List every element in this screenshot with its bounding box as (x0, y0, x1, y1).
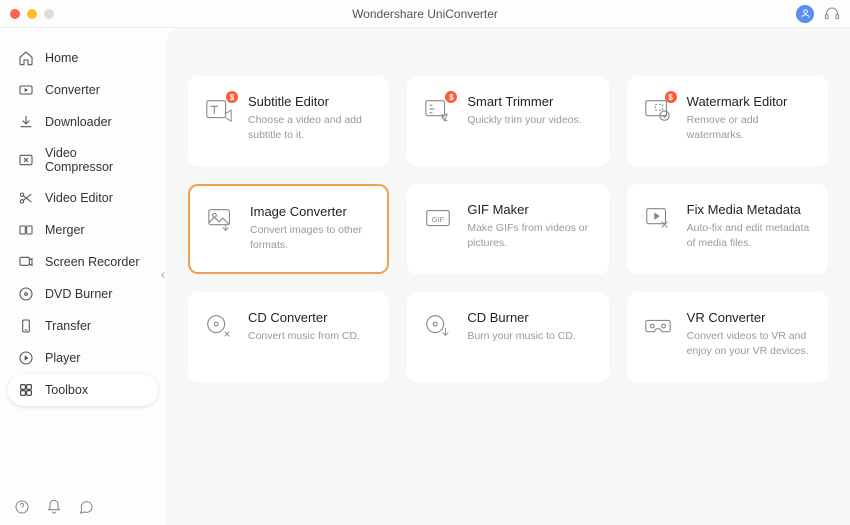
card-title: Image Converter (250, 204, 371, 219)
card-desc: Burn your music to CD. (467, 329, 576, 344)
card-desc: Choose a video and add subtitle to it. (248, 113, 373, 142)
tool-watermark-editor[interactable]: $ Watermark Editor Remove or add waterma… (627, 76, 828, 166)
sidebar-item-label: Home (45, 51, 78, 65)
sidebar-item-label: Video Editor (45, 191, 113, 205)
vr-icon (643, 311, 673, 341)
recorder-icon (18, 254, 34, 270)
play-icon (18, 350, 34, 366)
minimize-dot[interactable] (27, 9, 37, 19)
sidebar-item-downloader[interactable]: Downloader (8, 106, 158, 138)
sidebar-item-recorder[interactable]: Screen Recorder (8, 246, 158, 278)
card-desc: Remove or add watermarks. (687, 113, 812, 142)
card-title: Smart Trimmer (467, 94, 581, 109)
sidebar-item-label: Screen Recorder (45, 255, 140, 269)
sidebar-item-home[interactable]: Home (8, 42, 158, 74)
tool-vr-converter[interactable]: VR Converter Convert videos to VR and en… (627, 292, 828, 382)
home-icon (18, 50, 34, 66)
disc-icon (18, 286, 34, 302)
sidebar-item-label: Video Compressor (45, 146, 148, 174)
sidebar-item-label: Converter (45, 83, 100, 97)
cd-convert-icon (204, 311, 234, 341)
svg-text:GIF: GIF (432, 215, 445, 224)
tool-image-converter[interactable]: Image Converter Convert images to other … (188, 184, 389, 274)
compress-icon (18, 152, 34, 168)
sidebar-item-compressor[interactable]: Video Compressor (8, 138, 158, 182)
sidebar-item-toolbox[interactable]: Toolbox (8, 374, 158, 406)
scissors-icon (18, 190, 34, 206)
card-desc: Auto-fix and edit metadata of media file… (687, 221, 812, 250)
card-desc: Convert images to other formats. (250, 223, 371, 252)
toolbox-icon (18, 382, 34, 398)
card-title: VR Converter (687, 310, 812, 325)
premium-badge: $ (226, 91, 238, 103)
chat-icon[interactable] (78, 499, 94, 515)
card-title: Watermark Editor (687, 94, 812, 109)
premium-badge: $ (445, 91, 457, 103)
sidebar-item-label: Downloader (45, 115, 112, 129)
tool-fix-metadata[interactable]: Fix Media Metadata Auto-fix and edit met… (627, 184, 828, 274)
download-icon (18, 114, 34, 130)
card-title: GIF Maker (467, 202, 592, 217)
close-dot[interactable] (10, 9, 20, 19)
image-icon (206, 205, 236, 235)
card-title: Fix Media Metadata (687, 202, 812, 217)
merge-icon (18, 222, 34, 238)
sidebar-item-label: DVD Burner (45, 287, 112, 301)
card-desc: Convert videos to VR and enjoy on your V… (687, 329, 812, 358)
app-title: Wondershare UniConverter (352, 7, 498, 21)
account-avatar[interactable] (796, 5, 814, 23)
card-title: Subtitle Editor (248, 94, 373, 109)
sidebar-item-merger[interactable]: Merger (8, 214, 158, 246)
tool-subtitle-editor[interactable]: $ Subtitle Editor Choose a video and add… (188, 76, 389, 166)
tool-gif-maker[interactable]: GIF GIF Maker Make GIFs from videos or p… (407, 184, 608, 274)
help-icon[interactable] (14, 499, 30, 515)
support-icon[interactable] (824, 6, 840, 22)
transfer-icon (18, 318, 34, 334)
sidebar-item-editor[interactable]: Video Editor (8, 182, 158, 214)
sidebar-item-label: Transfer (45, 319, 91, 333)
converter-icon (18, 82, 34, 98)
sidebar-item-player[interactable]: Player (8, 342, 158, 374)
card-desc: Make GIFs from videos or pictures. (467, 221, 592, 250)
sidebar-item-label: Player (45, 351, 80, 365)
maximize-dot[interactable] (44, 9, 54, 19)
sidebar-item-label: Toolbox (45, 383, 88, 397)
tool-cd-converter[interactable]: CD Converter Convert music from CD. (188, 292, 389, 382)
tool-cd-burner[interactable]: CD Burner Burn your music to CD. (407, 292, 608, 382)
metadata-icon (643, 203, 673, 233)
sidebar-item-transfer[interactable]: Transfer (8, 310, 158, 342)
gif-icon: GIF (423, 203, 453, 233)
card-title: CD Burner (467, 310, 576, 325)
card-title: CD Converter (248, 310, 360, 325)
card-desc: Quickly trim your videos. (467, 113, 581, 128)
window-controls[interactable] (0, 9, 54, 19)
sidebar-item-converter[interactable]: Converter (8, 74, 158, 106)
sidebar-item-label: Merger (45, 223, 85, 237)
bell-icon[interactable] (46, 499, 62, 515)
cd-burn-icon (423, 311, 453, 341)
card-desc: Convert music from CD. (248, 329, 360, 344)
tool-smart-trimmer[interactable]: $ Smart Trimmer Quickly trim your videos… (407, 76, 608, 166)
sidebar-item-dvd[interactable]: DVD Burner (8, 278, 158, 310)
premium-badge: $ (665, 91, 677, 103)
